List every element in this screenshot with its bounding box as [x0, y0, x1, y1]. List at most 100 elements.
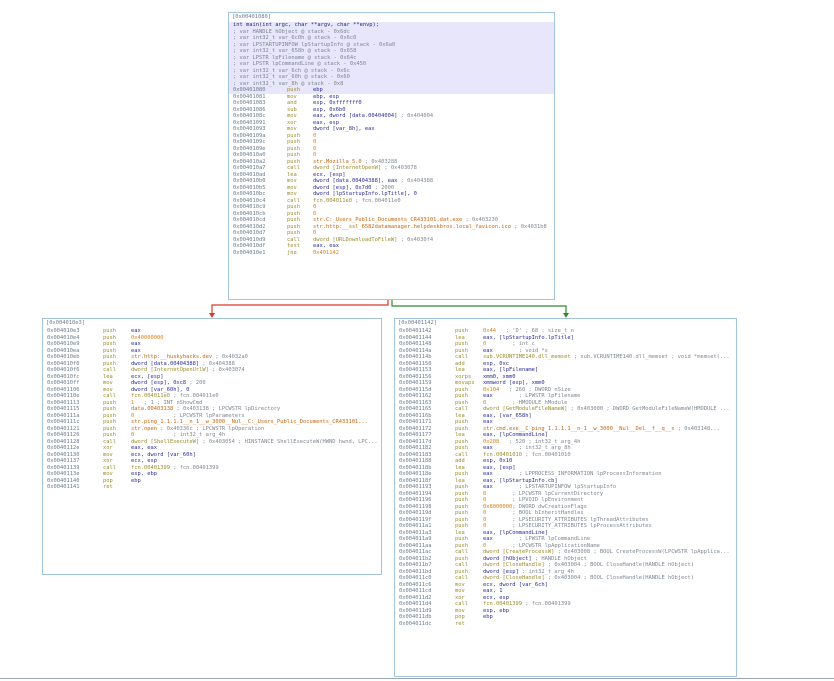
instruction-row[interactable]: 0x004011dc ret — [395, 621, 736, 628]
instruction-address: 0x004010e1 — [233, 249, 266, 256]
instruction-operands: eax, [var_658h] — [483, 412, 532, 419]
true-branch-edge — [391, 300, 567, 316]
instruction-comment: ; fcn.00401010 — [521, 451, 571, 458]
instruction-comment: ; 0x4032a0 — [212, 354, 248, 360]
instruction-comment: ; LPCWSTR lpParameters — [134, 412, 245, 419]
block-header: [0x00401142] — [398, 320, 437, 326]
instruction-comment: ; 0x404004 — [397, 113, 434, 119]
instruction-mnemonic: ret — [103, 484, 113, 490]
instruction-address: 0x004011dc — [399, 620, 432, 627]
instruction-operands: eax — [483, 445, 493, 451]
basic-block-main-entry[interactable]: [0x00401080] int main(int argc, char **a… — [228, 12, 555, 300]
instruction-operands: str.C:_Users_Public_Documents_CR433101.d… — [313, 217, 463, 223]
instruction-comment: ; 0x404388 — [199, 360, 235, 367]
instruction-address: 0x00401141 — [47, 484, 80, 490]
instruction-operands: eax, eax — [131, 445, 157, 451]
instruction-row[interactable]: 0x004010e1 jne 0x401142 — [229, 250, 554, 257]
instruction-comment: ; LPWSTR lpFilename — [492, 393, 581, 399]
instruction-comment: ; int32_t arg_4h — [518, 568, 574, 575]
instruction-operands: eax, [lpCommandLine] — [483, 432, 548, 438]
instruction-operands: dword [ShellExecuteW] — [131, 438, 200, 445]
instruction-operands: fcn.00401399 — [483, 601, 522, 607]
instruction-comment: ; fcn.00401399 — [521, 601, 571, 607]
instruction-operands: 0x401142 — [313, 249, 339, 256]
basic-block-0x004010e3[interactable]: [0x004010e3] 0x004010e3 push eax 0x004010e4… — [42, 318, 382, 575]
instruction-comment: ; int c — [486, 341, 535, 347]
instruction-comment: ; 200 — [186, 380, 206, 386]
instruction-list: 0x00401142 push 0x44 ; 'D' ; 68 ; size_t n… — [395, 328, 736, 627]
instruction-operands: esp, 0x6b0 — [313, 106, 346, 113]
block-header: [0x00401080] — [232, 14, 271, 20]
instruction-operands: str.ping_1.1.1.1__n_1__w_3000__Nul__C:_U… — [131, 419, 368, 425]
instruction-operands: eax — [483, 484, 493, 490]
instruction-comment: ; void *s — [492, 347, 548, 354]
instruction-comment: ; 0x403078 — [381, 165, 417, 171]
instruction-operands: fcn.00401399 — [131, 464, 170, 471]
instruction-operands: xmmword [esp], xmm0 — [483, 380, 545, 386]
instruction-operands: eax — [131, 347, 141, 354]
instruction-operands: ebp — [131, 477, 141, 484]
instruction-operands: dword [data.00404388] — [131, 360, 200, 367]
instruction-operands: eax — [131, 328, 141, 334]
instruction-operands: eax, [lpStartupInfo.lpTitle] — [483, 334, 574, 341]
instruction-operands: eax, eax — [313, 243, 339, 249]
instruction-operands: dword [InternetOpenW] — [313, 165, 382, 171]
instruction-operands: dword [CloseHandle] — [483, 575, 545, 581]
instruction-comment: ; fcn.004011e0 — [351, 197, 401, 204]
instruction-comment: ; 0x403054 ; HINSTANCE ShellExecuteW(HWN… — [199, 438, 378, 445]
instruction-operands: fcn.004011e0 — [131, 393, 170, 399]
instruction-operands: ebp — [313, 87, 323, 93]
instruction-operands: eax, [lpStartupInfo.cb] — [483, 477, 558, 484]
instruction-comment: ; LPPROCESS_INFORMATION lpProcessInforma… — [492, 471, 662, 477]
instruction-operands: 0 — [313, 132, 317, 139]
instruction-comment: ; LPCWSTR lpApplicationName — [486, 542, 600, 549]
instruction-operands: ecx, esp — [131, 458, 157, 464]
instruction-operands: eax, [lpFilename] — [483, 367, 539, 373]
instruction-comment: ; 0x403138 ; LPCWSTR lpDirectory — [173, 406, 281, 412]
instruction-comment: ; 0x403004 ; BOOL CloseHandle(HANDLE hOb… — [544, 562, 694, 568]
instruction-comment: ; 0x403008 ; BOOL CreateProcessW(LPCWSTR… — [554, 549, 730, 555]
instruction-operands: eax, 1 — [483, 588, 503, 594]
instruction-operands: sub.VCRUNTIME140.dll_memset — [483, 354, 571, 360]
instruction-operands: str.http:__ssl_6582datamanager.helpdeskb… — [313, 223, 511, 230]
instruction-operand-group: 0x401142 — [313, 250, 339, 257]
instruction-operands: dword [CreateProcessW] — [483, 549, 555, 555]
instruction-operands: eax — [483, 393, 493, 399]
instruction-list: 0x00401080 push ebp 0x00401081 mov ebp, esp 0x… — [229, 87, 554, 256]
bottom-divider — [0, 678, 834, 679]
instruction-operands: 0 — [313, 145, 317, 152]
instruction-operands: eax, dword [data.00404004] — [313, 113, 398, 119]
block-header: [0x004010e3] — [46, 320, 85, 326]
instruction-row[interactable]: 0x00401141 ret — [43, 484, 381, 491]
instruction-operands: eax — [483, 471, 493, 477]
instruction-operands: esp, ebp — [131, 471, 157, 477]
instruction-comment: ; 0x4030f4 — [397, 236, 434, 243]
instruction-operands: 0x8000000 — [483, 503, 513, 510]
instruction-operands: eax — [483, 536, 493, 542]
instruction-comment: ; int32_t arg_8h — [492, 445, 571, 451]
instruction-operands: 0 — [313, 139, 317, 145]
basic-block-0x00401142[interactable]: [0x00401142] 0x00401142 push 0x44 ; 'D' ; … — [394, 318, 737, 677]
instruction-operands: ecx, dword [var_60h] — [131, 451, 196, 458]
instruction-comment: ; fcn.004011e0 — [169, 393, 219, 399]
instruction-operands: dword [esp], 0xc8 — [131, 380, 187, 386]
instruction-comment: ; LPSTARTUPINFOW lpStartupInfo — [492, 484, 617, 490]
instruction-operands: xmm0, xmm0 — [483, 373, 516, 380]
instruction-operands: ecx, esp — [483, 594, 509, 601]
instruction-comment: ; 2000 — [371, 184, 395, 191]
instruction-operands: 0 — [313, 230, 317, 236]
false-branch-edge — [211, 300, 389, 316]
instruction-operands: str.Mozilla_5.0 — [313, 158, 362, 165]
instruction-operands: 0x104 — [483, 386, 500, 393]
instruction-comment: ; 0x404388 — [397, 178, 434, 184]
instruction-operands: dword [CloseHandle] — [483, 562, 545, 568]
instruction-comment: ; LPSECURITY_ATTRIBUTES lpProcessAttribu… — [486, 523, 652, 529]
instruction-operands: dword [GetModuleFileNameW] — [483, 406, 568, 412]
instruction-comment: ; 0x4031b8 — [510, 223, 547, 230]
instruction-operands: eax, esp — [313, 119, 339, 126]
instruction-comment: ; 0x403288 — [361, 158, 398, 165]
instruction-operands: eax, [lpCommandLine] — [483, 529, 548, 536]
instruction-operands: esp, 0xfffffff0 — [313, 100, 362, 106]
function-signature-section: int main(int argc, char **argv, char **e… — [229, 22, 554, 87]
instruction-list: 0x004010e3 push eax 0x004010e4 push 0x4000000… — [43, 328, 381, 491]
